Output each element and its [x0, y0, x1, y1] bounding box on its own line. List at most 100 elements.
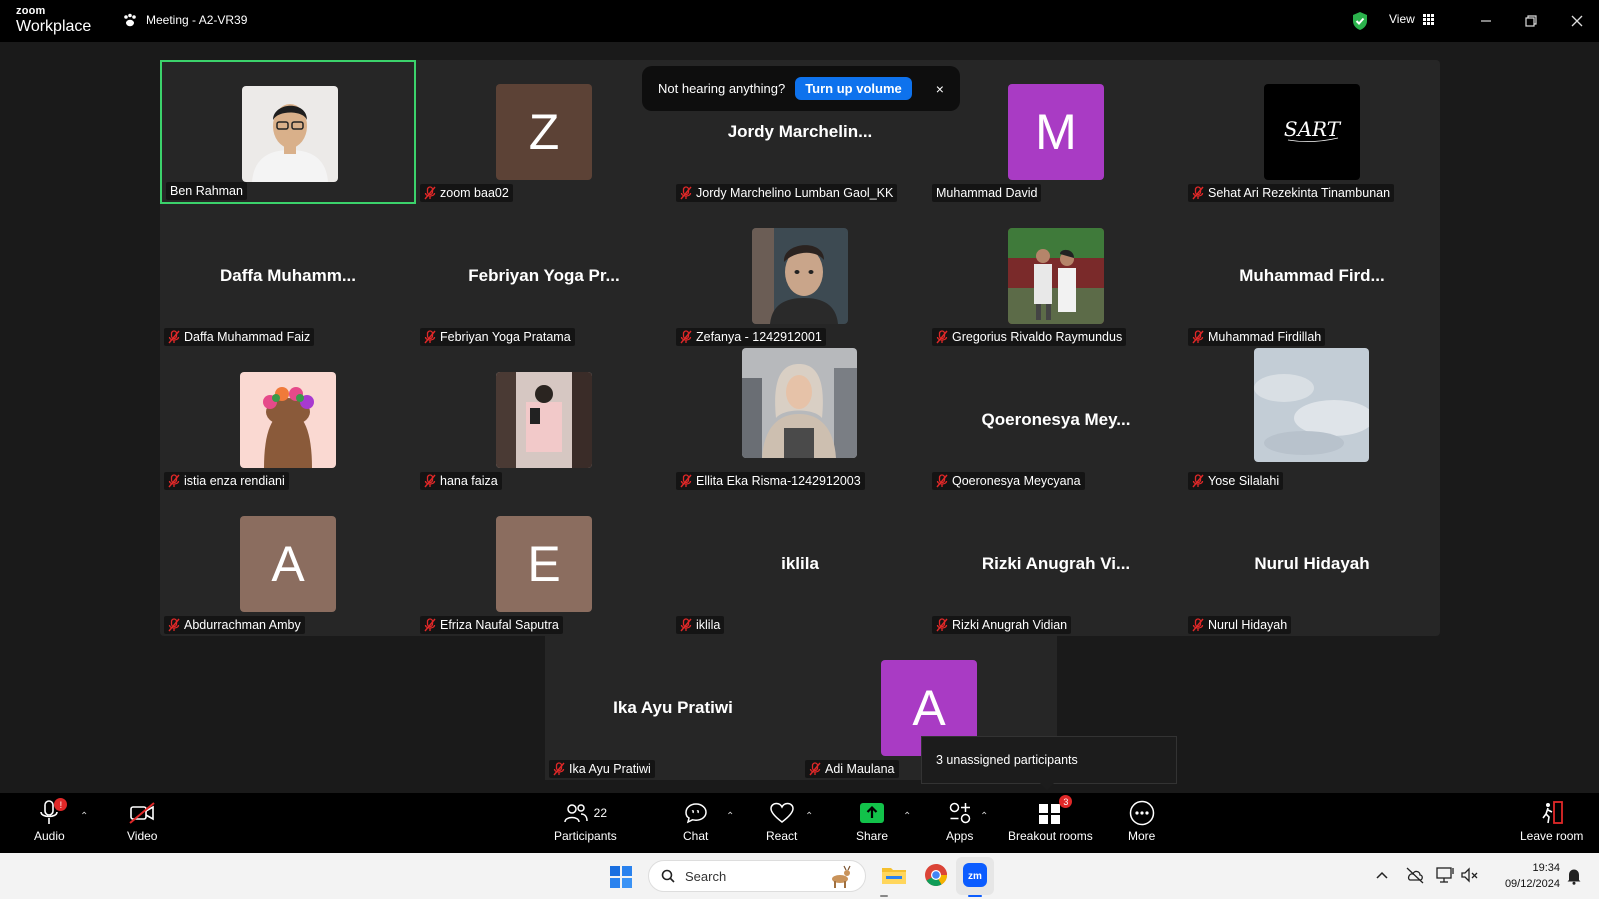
participant-tile[interactable]: Gregorius Rivaldo Raymundus — [928, 204, 1184, 348]
turn-up-volume-button[interactable]: Turn up volume — [795, 77, 912, 100]
minimize-button[interactable] — [1473, 8, 1499, 34]
participant-photo — [1254, 348, 1369, 462]
participant-name-label: Daffa Muhammad Faiz — [164, 328, 315, 346]
mic-muted-icon — [168, 618, 180, 632]
participant-name-label: Rizki Anugrah Vidian — [932, 616, 1072, 634]
audio-button[interactable]: ! Audio — [34, 797, 68, 843]
chat-options-caret-icon[interactable]: ⌃ — [726, 811, 734, 822]
participant-tile[interactable]: Yose Silalahi — [1184, 348, 1440, 492]
chat-label: Chat — [683, 829, 709, 843]
participant-tile[interactable]: A Abdurrachman Amby — [160, 492, 416, 636]
participant-name: Nurul Hidayah — [1208, 618, 1288, 632]
chat-button[interactable]: Chat — [683, 797, 708, 843]
view-label: View — [1389, 12, 1415, 26]
audio-warning-badge: ! — [54, 798, 68, 811]
participant-tile[interactable]: Daffa Muhamm... Daffa Muhammad Faiz — [160, 204, 416, 348]
participants-button[interactable]: 22 Participants — [554, 797, 617, 843]
participant-display-name: Rizki Anugrah Vi... — [981, 554, 1131, 573]
meeting-info[interactable]: Meeting - A2-VR39 — [122, 12, 247, 28]
participant-tile[interactable]: Ben Rahman — [160, 60, 416, 204]
deer-decoration-icon — [832, 865, 851, 888]
notification-bell-icon[interactable] — [1566, 867, 1582, 885]
participant-name: iklila — [696, 618, 721, 632]
meeting-toolbar: ! Audio ⌃ Video 22 Participants Chat ⌃ R… — [0, 793, 1599, 853]
participant-name-label: iklila — [676, 616, 725, 634]
zoom-app-icon[interactable]: zm — [963, 863, 987, 887]
participant-photo — [1008, 228, 1104, 324]
mic-muted-icon — [809, 762, 821, 776]
close-icon — [1571, 15, 1583, 27]
react-button[interactable]: React — [766, 797, 797, 843]
video-button[interactable]: Video — [127, 797, 157, 843]
participant-tile[interactable]: Qoeronesya Mey... Qoeronesya Meycyana — [928, 348, 1184, 492]
audio-hint-text: Not hearing anything? — [658, 81, 786, 96]
mic-muted-icon — [168, 330, 180, 344]
share-options-caret-icon[interactable]: ⌃ — [903, 811, 911, 822]
participant-tile[interactable]: Ellita Eka Risma-1242912003 — [672, 348, 928, 492]
close-window-button[interactable] — [1564, 8, 1590, 34]
leave-room-button[interactable]: Leave room — [1520, 797, 1583, 843]
participant-name-label: Jordy Marchelino Lumban Gaol_KK — [676, 184, 898, 202]
view-button[interactable]: View — [1389, 12, 1434, 26]
participant-display-name: Muhammad Fird... — [1239, 266, 1385, 285]
onedrive-offline-icon[interactable] — [1405, 866, 1425, 884]
participant-tile[interactable]: Zefanya - 1242912001 — [672, 204, 928, 348]
participant-tile[interactable]: Muhammad Fird... Muhammad Firdillah — [1184, 204, 1440, 348]
mic-muted-icon — [424, 186, 436, 200]
participant-name-label: Abdurrachman Amby — [164, 616, 305, 634]
mic-muted-icon — [680, 618, 692, 632]
participant-name: Daffa Muhammad Faiz — [184, 330, 311, 344]
mic-muted-icon — [936, 618, 948, 632]
leave-room-icon — [1542, 801, 1563, 824]
mic-muted-icon — [424, 474, 436, 488]
participant-tile[interactable]: SART Sehat Ari Rezekinta Tinambunan — [1184, 60, 1440, 204]
participant-tile[interactable]: Ika Ayu Pratiwi Ika Ayu Pratiwi — [545, 636, 801, 780]
participant-tile[interactable]: istia enza rendiani — [160, 348, 416, 492]
video-off-icon — [129, 802, 155, 824]
participant-name: Abdurrachman Amby — [184, 618, 301, 632]
banner-close-icon[interactable]: × — [936, 81, 944, 97]
volume-muted-icon[interactable] — [1460, 866, 1480, 884]
participant-tile[interactable]: iklila iklila — [672, 492, 928, 636]
apps-options-caret-icon[interactable]: ⌃ — [980, 811, 988, 822]
participant-tile[interactable]: M Muhammad David — [928, 60, 1184, 204]
windows-start-icon[interactable] — [610, 866, 632, 888]
svg-text:zm: zm — [968, 871, 982, 882]
participant-name: Zefanya - 1242912001 — [696, 330, 822, 344]
participant-name: Sehat Ari Rezekinta Tinambunan — [1208, 186, 1391, 200]
search-icon — [661, 869, 675, 883]
taskbar-search[interactable]: Search — [648, 860, 866, 892]
share-button[interactable]: Share — [856, 797, 888, 843]
security-shield-icon[interactable] — [1351, 11, 1369, 31]
video-label: Video — [127, 829, 158, 843]
participant-tile[interactable]: Febriyan Yoga Pr... Febriyan Yoga Pratama — [416, 204, 672, 348]
system-clock[interactable]: 19:34 09/12/2024 — [1490, 860, 1560, 892]
react-options-caret-icon[interactable]: ⌃ — [805, 811, 813, 822]
mic-muted-icon — [1192, 186, 1204, 200]
participant-tile[interactable]: Nurul Hidayah Nurul Hidayah — [1184, 492, 1440, 636]
mic-muted-icon — [680, 474, 692, 488]
participant-name: Ben Rahman — [170, 184, 243, 198]
mic-muted-icon — [680, 330, 692, 344]
participant-tile[interactable]: hana faiza — [416, 348, 672, 492]
mic-muted-icon — [936, 330, 948, 344]
participant-tile[interactable]: E Efriza Naufal Saputra — [416, 492, 672, 636]
audio-options-caret-icon[interactable]: ⌃ — [80, 811, 88, 822]
participant-tile[interactable]: Zzoom baa02 — [416, 60, 672, 204]
participant-name: Gregorius Rivaldo Raymundus — [952, 330, 1123, 344]
participant-name-label: hana faiza — [420, 472, 502, 490]
file-explorer-icon[interactable] — [881, 864, 907, 886]
participant-name-label: Febriyan Yoga Pratama — [420, 328, 575, 346]
video-gallery: Ben Rahman Zzoom baa02 Jordy Marchelin... J… — [160, 60, 1440, 636]
breakout-rooms-button[interactable]: 3 Breakout rooms — [1008, 795, 1093, 843]
mic-muted-icon — [936, 474, 948, 488]
participant-tile[interactable]: Rizki Anugrah Vi... Rizki Anugrah Vidian — [928, 492, 1184, 636]
restore-button[interactable] — [1518, 8, 1544, 34]
tray-overflow-chevron-icon[interactable] — [1376, 870, 1388, 880]
more-icon — [1129, 800, 1154, 826]
participant-name: hana faiza — [440, 474, 498, 488]
network-icon[interactable] — [1435, 866, 1455, 884]
more-button[interactable]: More — [1128, 797, 1155, 843]
apps-button[interactable]: Apps — [946, 797, 973, 843]
chrome-icon[interactable] — [924, 863, 948, 887]
